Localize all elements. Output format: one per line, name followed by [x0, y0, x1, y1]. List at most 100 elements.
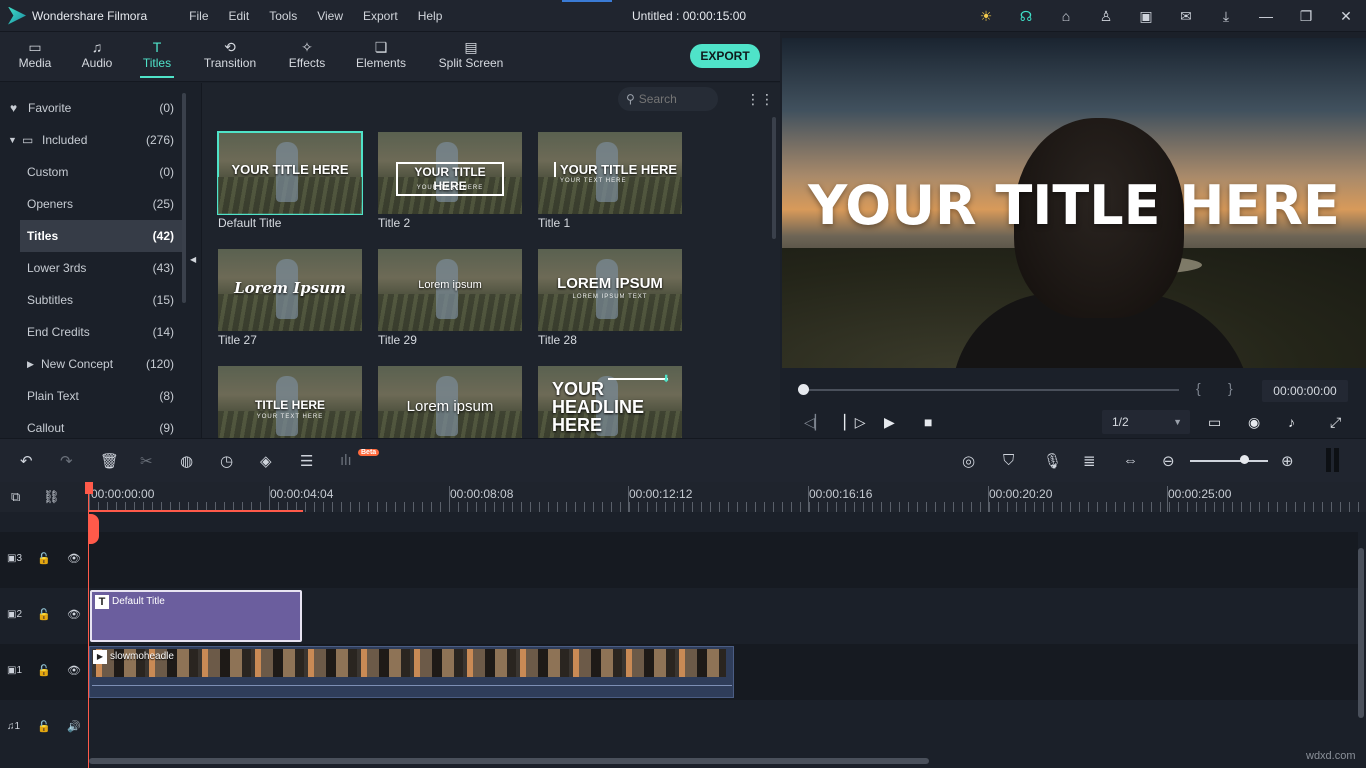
link-icon[interactable]: ⛓ [43, 489, 60, 505]
lock-icon[interactable]: 🔓 [37, 720, 51, 733]
search-box[interactable]: ⚲ [618, 87, 718, 111]
work-area-bar[interactable] [89, 510, 303, 512]
redo-icon[interactable]: ↷ [60, 452, 73, 470]
tab-audio[interactable]: ♫ Audio [80, 38, 114, 70]
tab-split-screen[interactable]: ▤ Split Screen [438, 38, 504, 70]
menu-file[interactable]: File [179, 9, 218, 23]
thumbnail-title-1[interactable]: YOUR TITLE HERE YOUR TEXT HERE [538, 132, 682, 214]
marker-icon[interactable]: ⛉ [1003, 452, 1014, 469]
zoom-in-icon[interactable]: ⊕ [1281, 452, 1294, 470]
render-preview-icon[interactable]: ◎ [962, 452, 975, 470]
sidebar-item-lower-3rds[interactable]: Lower 3rds (43) [0, 252, 182, 284]
menu-help[interactable]: Help [408, 9, 453, 23]
progress-track[interactable] [809, 389, 1179, 391]
menu-view[interactable]: View [307, 9, 353, 23]
playhead-handle[interactable] [85, 482, 93, 494]
tab-media[interactable]: ▭ Media [18, 38, 52, 70]
menu-edit[interactable]: Edit [219, 9, 260, 23]
download-arrow-icon[interactable]: ⬇ [662, 374, 670, 385]
collapse-sidebar-icon[interactable]: ◀ [190, 255, 196, 264]
sidebar-item-custom[interactable]: Custom (0) [0, 156, 182, 188]
tab-titles[interactable]: T Titles [140, 38, 174, 70]
mixer-icon[interactable]: ≣ [1083, 452, 1096, 470]
menu-export[interactable]: Export [353, 9, 408, 23]
thumbnail-default-title[interactable]: YOUR TITLE HERE [218, 132, 362, 214]
save-icon[interactable]: ▣ [1126, 8, 1166, 25]
mark-in-button[interactable]: { [1196, 380, 1201, 396]
thumbnail-title-27[interactable]: Lorem Ipsum [218, 249, 362, 331]
add-track-icon[interactable]: ⧉ [11, 489, 20, 505]
sidebar-item-subtitles[interactable]: Subtitles (15) [0, 284, 182, 316]
thumbnail-title-29[interactable]: Lorem ipsum [378, 249, 522, 331]
display-icon[interactable]: ▭ [1208, 414, 1221, 431]
keyframe-icon[interactable]: ◈ [260, 452, 272, 470]
grid-view-icon[interactable]: ⋮⋮⋮ [746, 91, 780, 108]
headset-icon[interactable]: ☊ [1006, 8, 1046, 25]
volume-icon[interactable]: ♪ [1288, 414, 1295, 430]
sidebar-item-plain-text[interactable]: Plain Text (8) [0, 380, 182, 412]
play-frame-icon[interactable]: ▏▷ [844, 414, 866, 431]
lock-icon[interactable]: 🔓 [37, 664, 51, 677]
mail-icon[interactable]: ✉ [1166, 8, 1206, 25]
speed-timer-icon[interactable]: ◷ [220, 452, 233, 470]
lightbulb-icon[interactable]: ☀ [966, 8, 1006, 25]
timeline-vertical-scrollbar[interactable] [1358, 548, 1364, 718]
play-icon[interactable]: ▶ [884, 414, 895, 431]
sidebar-item-new-concept[interactable]: ▶ New Concept (120) [0, 348, 182, 380]
sidebar-item-favorite[interactable]: ♥ Favorite (0) [0, 92, 182, 124]
grid-scrollbar[interactable] [772, 117, 776, 239]
track-video-1[interactable]: ▣1 🔓 👁 ▶ slowmoheadle [0, 644, 1358, 700]
cut-icon[interactable]: ✂ [140, 452, 153, 470]
delete-icon[interactable]: 🗑 [100, 452, 119, 470]
pause-icon[interactable] [1326, 448, 1340, 472]
restore-icon[interactable]: ❐ [1286, 8, 1326, 25]
thumbnail-title-28[interactable]: LOREM IPSUM LOREM IPSUM TEXT [538, 249, 682, 331]
sidebar-scrollbar[interactable] [182, 93, 186, 303]
eye-icon[interactable]: 👁 [67, 552, 81, 565]
timeline-ruler[interactable]: ⧉ ⛓ 00:00:00:00 00:00:04:04 00:00:08:08 … [0, 482, 1366, 512]
previous-frame-icon[interactable]: ◁▏ [804, 414, 826, 431]
fit-timeline-icon[interactable]: ⇔ [1123, 452, 1138, 469]
tab-effects[interactable]: ✧ Effects [286, 38, 328, 70]
export-button[interactable]: EXPORT [690, 44, 760, 68]
track-audio-1[interactable]: ♫1 🔓 🔊 [0, 700, 1358, 756]
close-icon[interactable]: ✕ [1326, 8, 1366, 25]
preview-quality-select[interactable]: 1/2 ▼ [1102, 410, 1190, 434]
sidebar-item-end-credits[interactable]: End Credits (14) [0, 316, 182, 348]
playhead-scissor-tab[interactable] [88, 514, 99, 544]
adjust-sliders-icon[interactable]: ☰ [300, 452, 313, 470]
eye-icon[interactable]: 👁 [67, 664, 81, 677]
lock-icon[interactable]: 🔓 [37, 608, 51, 621]
fullscreen-icon[interactable]: ⤢ [1330, 414, 1341, 431]
undo-icon[interactable]: ↶ [20, 452, 33, 470]
zoom-out-icon[interactable]: ⊖ [1162, 452, 1175, 470]
preview-title-text[interactable]: YOUR TITLE HERE [782, 174, 1366, 237]
speaker-icon[interactable]: 🔊 [67, 720, 81, 733]
search-input[interactable] [639, 92, 709, 106]
sidebar-item-titles[interactable]: Titles (42) [20, 220, 182, 252]
stop-icon[interactable]: ■ [924, 414, 932, 430]
thumbnail-title[interactable]: YOUR HEADLINE HERE ⬇ [538, 366, 682, 438]
sidebar-item-openers[interactable]: Openers (25) [0, 188, 182, 220]
thumbnail-title-2[interactable]: YOUR TITLE HERE YOUR TEXT HERE [378, 132, 522, 214]
eye-icon[interactable]: 👁 [67, 608, 81, 621]
zoom-slider-knob[interactable] [1240, 455, 1249, 464]
tab-transition[interactable]: ⟲ Transition [202, 38, 258, 70]
thumbnail-title[interactable]: TITLE HERE YOUR TEXT HERE [218, 366, 362, 438]
progress-knob[interactable] [798, 384, 809, 395]
gift-icon[interactable]: ⌂ [1046, 8, 1086, 24]
track-video-3[interactable]: ▣3 🔓 👁 [0, 532, 1358, 588]
tab-elements[interactable]: ❏ Elements [355, 38, 407, 70]
mark-out-button[interactable]: } [1228, 380, 1233, 396]
color-palette-icon[interactable]: ◍ [180, 452, 193, 470]
download-icon[interactable]: ⤓ [1206, 8, 1246, 25]
title-clip[interactable]: T Default Title [90, 590, 302, 642]
minimize-icon[interactable]: — [1246, 8, 1286, 24]
timeline-horizontal-scrollbar[interactable] [89, 758, 929, 764]
thumbnail-title[interactable]: Lorem ipsum [378, 366, 522, 438]
track-video-2[interactable]: ▣2 🔓 👁 T Default Title [0, 588, 1358, 644]
sidebar-item-included[interactable]: ▼ ▭ Included (276) [0, 124, 182, 156]
microphone-icon[interactable]: 🎙 [1043, 452, 1062, 470]
zoom-slider-track[interactable] [1190, 460, 1268, 462]
menu-tools[interactable]: Tools [259, 9, 307, 23]
